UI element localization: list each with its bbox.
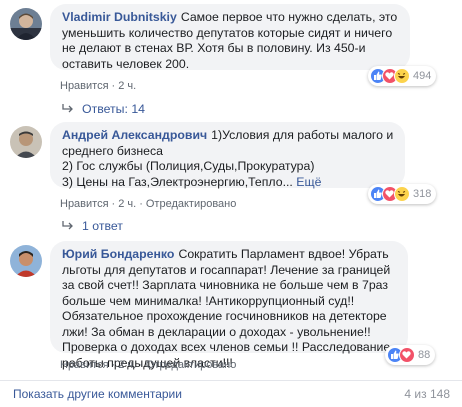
reactions-summary[interactable]: 494: [368, 66, 437, 86]
reply-arrow-icon: [62, 219, 74, 233]
edited-label[interactable]: Отредактировано: [146, 359, 237, 371]
comment-author[interactable]: Vladimir Dubnitskiy: [62, 10, 177, 24]
comment-text: Сократить Парламент вдвое! Убрать льготы…: [62, 247, 391, 370]
show-more-comments-link[interactable]: Показать другие комментарии: [13, 387, 182, 401]
comments-footer: Показать другие комментарии 4 из 148: [0, 380, 462, 407]
view-replies-link[interactable]: 1 ответ: [62, 219, 123, 233]
reactions-summary[interactable]: 88: [385, 345, 436, 365]
separator: ·: [111, 198, 116, 210]
separator: ·: [111, 80, 116, 92]
comment-actions: Нравится · 2 ч. · Отредактировано: [60, 198, 236, 210]
like-button[interactable]: Нравится: [60, 80, 109, 92]
haha-icon: [394, 68, 410, 84]
comment-time[interactable]: 2 ч.: [118, 80, 136, 92]
comment-bubble: Vladimir Dubnitskiy Самое первое что нужн…: [50, 4, 410, 71]
separator: ·: [111, 359, 116, 371]
comment-time[interactable]: 2 ч.: [118, 359, 136, 371]
comment-text-line: 2) Гос службы (Полиция,Суды,Прокуратура): [62, 159, 315, 173]
comment-time[interactable]: 2 ч.: [118, 198, 136, 210]
comment-actions: Нравится · 2 ч. · Отредактировано: [60, 359, 236, 371]
reactions-count: 88: [418, 349, 431, 361]
view-replies-link[interactable]: Ответы: 14: [62, 102, 145, 116]
separator: ·: [139, 359, 143, 371]
like-button[interactable]: Нравится: [60, 359, 109, 371]
replies-label[interactable]: 1 ответ: [82, 219, 123, 233]
love-icon: [399, 347, 415, 363]
comment-author[interactable]: Андрей Александрович: [62, 128, 207, 142]
comments-pager: 4 из 148: [404, 387, 450, 401]
comment-actions: Нравится · 2 ч.: [60, 80, 136, 92]
avatar[interactable]: [10, 126, 42, 158]
separator: ·: [139, 198, 143, 210]
replies-label[interactable]: Ответы: 14: [82, 102, 145, 116]
reactions-summary[interactable]: 318: [368, 184, 437, 204]
comment-bubble: Андрей Александрович 1)Условия для работы…: [50, 122, 405, 189]
reactions-count: 318: [413, 188, 432, 200]
avatar[interactable]: [10, 245, 42, 277]
reactions-count: 494: [413, 70, 432, 82]
avatar[interactable]: [10, 8, 42, 40]
reply-arrow-icon: [62, 102, 74, 116]
see-more-link[interactable]: Ещё: [296, 175, 321, 189]
comment-bubble: Юрий Бондаренко Сократить Парламент вдвое…: [50, 241, 408, 370]
edited-label[interactable]: Отредактировано: [146, 198, 237, 210]
haha-icon: [394, 186, 410, 202]
like-button[interactable]: Нравится: [60, 198, 109, 210]
comment-text-line: 3) Цены на Газ,Электроэнергию,Тепло...: [62, 174, 293, 189]
comment-author[interactable]: Юрий Бондаренко: [62, 247, 174, 261]
